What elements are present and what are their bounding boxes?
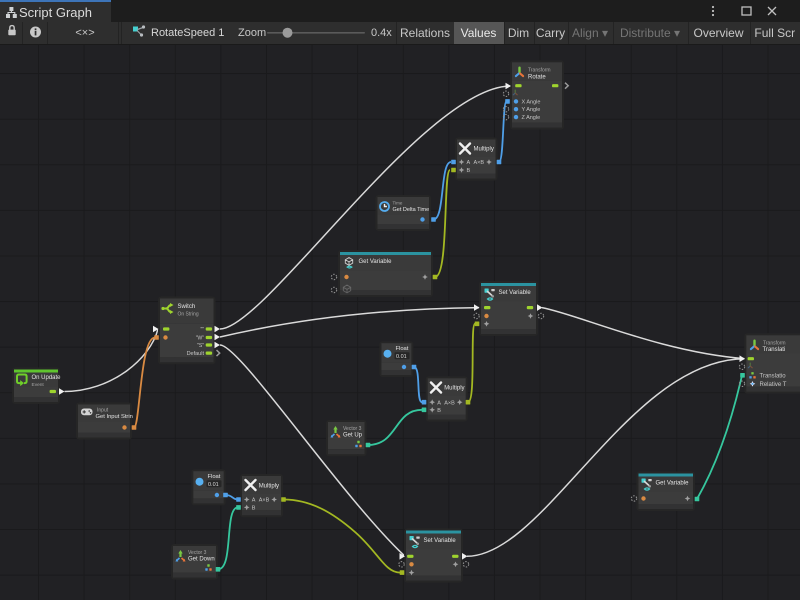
svg-text:A: A — [467, 160, 471, 166]
svg-text:Zoom: Zoom — [238, 27, 266, 39]
svg-text:0.01: 0.01 — [396, 354, 407, 360]
svg-text:Event: Event — [32, 382, 45, 388]
svg-text:Float: Float — [208, 474, 221, 480]
svg-text:X Angle: X Angle — [522, 99, 541, 105]
svg-text:Y Angle: Y Angle — [522, 107, 541, 113]
svg-text:<×>: <×> — [75, 27, 94, 39]
svg-text:Multiply: Multiply — [444, 386, 464, 392]
svg-text:A×B: A×B — [444, 400, 455, 406]
svg-text:Get Input Strin: Get Input Strin — [96, 414, 133, 420]
svg-text:Input: Input — [97, 408, 109, 414]
svg-text:Set Variable: Set Variable — [499, 290, 532, 296]
svg-text:B: B — [437, 408, 441, 414]
svg-text:A×B: A×B — [474, 160, 485, 166]
svg-text:Time: Time — [393, 201, 403, 206]
svg-text:Translatio: Translatio — [760, 373, 787, 379]
svg-text:Vector 3: Vector 3 — [188, 550, 207, 556]
svg-text:B: B — [252, 506, 256, 512]
svg-text:A: A — [252, 498, 256, 504]
svg-text:Multiply: Multiply — [474, 147, 494, 153]
svg-text:Rotate: Rotate — [528, 75, 546, 81]
svg-text:0.01: 0.01 — [208, 482, 219, 488]
svg-text:Transform: Transform — [528, 68, 551, 74]
svg-text:A×B: A×B — [259, 498, 270, 504]
svg-text:"W": "W" — [196, 335, 204, 341]
svg-text:Transform: Transform — [763, 341, 786, 347]
svg-text:Vector 3: Vector 3 — [343, 426, 362, 432]
svg-text:A: A — [437, 400, 441, 406]
svg-text:Z Angle: Z Angle — [522, 115, 541, 121]
svg-text:Get Delta Time: Get Delta Time — [393, 207, 430, 213]
svg-text:Multiply: Multiply — [259, 483, 279, 489]
svg-text:Get Variable: Get Variable — [656, 481, 690, 487]
svg-text:RotateSpeed 1: RotateSpeed 1 — [151, 27, 224, 39]
svg-text:Get Down: Get Down — [188, 557, 215, 563]
svg-text:On Update: On Update — [32, 375, 62, 381]
svg-text:B: B — [467, 168, 471, 174]
svg-text:Get Variable: Get Variable — [359, 259, 393, 265]
svg-text:0.4x: 0.4x — [371, 27, 392, 39]
svg-text:"S": "S" — [197, 343, 204, 349]
svg-text:On String: On String — [178, 312, 199, 318]
svg-text:Default: Default — [187, 351, 205, 357]
svg-text:Get Up: Get Up — [343, 433, 363, 439]
svg-text:Switch: Switch — [178, 304, 196, 310]
svg-text:Float: Float — [396, 346, 409, 352]
svg-text:"": "" — [200, 327, 204, 333]
svg-text:Relative T: Relative T — [760, 382, 787, 388]
svg-text:Translati: Translati — [763, 347, 786, 353]
svg-text:Set Variable: Set Variable — [424, 538, 457, 544]
